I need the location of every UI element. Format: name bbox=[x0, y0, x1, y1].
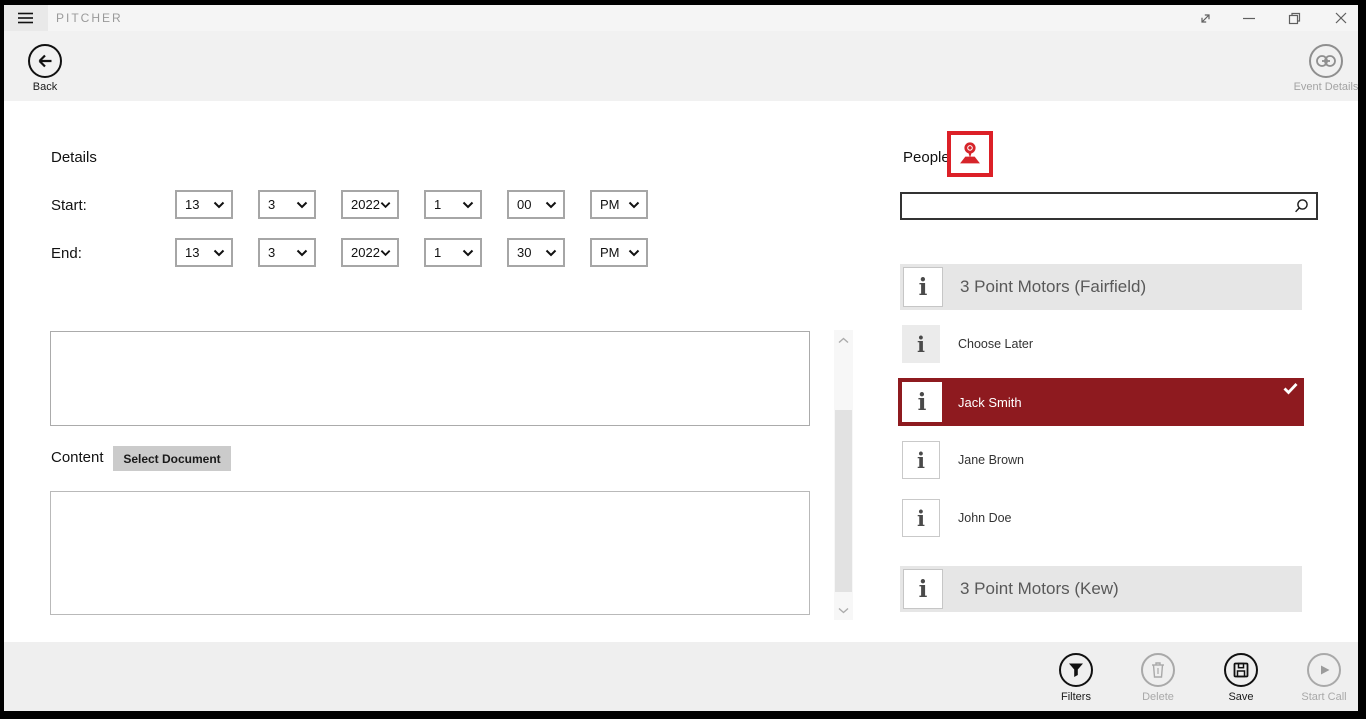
chevron-down-icon bbox=[213, 249, 225, 257]
minimize-icon bbox=[1242, 11, 1256, 25]
map-pin-icon bbox=[956, 140, 984, 168]
end-datetime-row: 13 3 2022 1 30 PM bbox=[175, 238, 648, 267]
restore-icon bbox=[1287, 11, 1302, 26]
info-icon: i bbox=[903, 267, 943, 307]
people-search-input[interactable] bbox=[902, 194, 1292, 218]
chevron-down-icon bbox=[462, 201, 474, 209]
location-pin-button[interactable] bbox=[947, 131, 993, 177]
list-item-selected[interactable]: i Jack Smith bbox=[898, 378, 1304, 426]
scrollbar-thumb[interactable] bbox=[835, 410, 852, 592]
person-label: Choose Later bbox=[958, 337, 1033, 351]
chevron-down-icon bbox=[296, 201, 308, 209]
info-icon: i bbox=[902, 441, 940, 479]
chevron-down-icon bbox=[380, 201, 391, 209]
info-icon: i bbox=[903, 569, 943, 609]
checkmark-icon bbox=[1283, 382, 1298, 400]
start-ampm-dropdown[interactable]: PM bbox=[590, 190, 648, 219]
list-item[interactable]: i John Doe bbox=[902, 496, 1302, 540]
start-minute-dropdown[interactable]: 00 bbox=[507, 190, 565, 219]
chevron-down-icon bbox=[296, 249, 308, 257]
floppy-icon bbox=[1231, 660, 1251, 680]
restore-button[interactable] bbox=[1279, 5, 1309, 31]
end-month-dropdown[interactable]: 3 bbox=[258, 238, 316, 267]
top-toolbar: Back Event Details bbox=[4, 31, 1358, 101]
trash-icon bbox=[1148, 660, 1168, 680]
chevron-down-icon bbox=[462, 249, 474, 257]
link-icon bbox=[1314, 52, 1338, 70]
content-heading: Content bbox=[51, 449, 104, 466]
scroll-down-icon[interactable] bbox=[834, 602, 853, 618]
diagonal-resize-icon bbox=[1198, 11, 1213, 26]
details-heading: Details bbox=[51, 149, 97, 166]
filters-button[interactable]: Filters bbox=[1044, 653, 1108, 703]
info-icon: i bbox=[902, 325, 940, 363]
group-label: 3 Point Motors (Kew) bbox=[960, 579, 1119, 599]
close-button[interactable] bbox=[1326, 5, 1356, 31]
minimize-button[interactable] bbox=[1234, 5, 1264, 31]
people-search bbox=[900, 192, 1318, 220]
arrow-left-icon bbox=[35, 51, 55, 71]
app-title: PITCHER bbox=[56, 5, 123, 31]
back-button[interactable]: Back bbox=[9, 44, 81, 93]
list-group-header[interactable]: i 3 Point Motors (Fairfield) bbox=[900, 264, 1302, 310]
hamburger-menu-button[interactable] bbox=[4, 5, 48, 31]
end-minute-dropdown[interactable]: 30 bbox=[507, 238, 565, 267]
end-day-dropdown[interactable]: 13 bbox=[175, 238, 233, 267]
info-icon: i bbox=[902, 499, 940, 537]
chevron-down-icon bbox=[545, 201, 557, 209]
delete-button[interactable]: Delete bbox=[1126, 653, 1190, 703]
end-ampm-dropdown[interactable]: PM bbox=[590, 238, 648, 267]
chevron-down-icon bbox=[213, 201, 225, 209]
start-label: Start: bbox=[51, 197, 87, 214]
chevron-down-icon bbox=[628, 201, 640, 209]
play-icon bbox=[1314, 660, 1334, 680]
start-day-dropdown[interactable]: 13 bbox=[175, 190, 233, 219]
start-hour-dropdown[interactable]: 1 bbox=[424, 190, 482, 219]
end-label: End: bbox=[51, 245, 82, 262]
chevron-down-icon bbox=[545, 249, 557, 257]
list-group-header[interactable]: i 3 Point Motors (Kew) bbox=[900, 566, 1302, 612]
start-call-button[interactable]: Start Call bbox=[1292, 653, 1356, 703]
main-content: Details Start: End: 13 3 2022 1 00 PM 13… bbox=[4, 101, 1358, 642]
save-button[interactable]: Save bbox=[1209, 653, 1273, 703]
titlebar: PITCHER bbox=[4, 5, 1358, 31]
person-label: Jane Brown bbox=[958, 453, 1024, 467]
start-month-dropdown[interactable]: 3 bbox=[258, 190, 316, 219]
people-heading: People bbox=[903, 149, 950, 166]
app-window: PITCHER bbox=[4, 5, 1358, 711]
end-hour-dropdown[interactable]: 1 bbox=[424, 238, 482, 267]
start-year-dropdown[interactable]: 2022 bbox=[341, 190, 399, 219]
magnifier-icon[interactable] bbox=[1292, 197, 1310, 215]
chevron-down-icon bbox=[628, 249, 640, 257]
event-details-label: Event Details bbox=[1290, 81, 1358, 93]
scroll-up-icon[interactable] bbox=[834, 332, 853, 348]
list-item[interactable]: i Jane Brown bbox=[902, 438, 1302, 482]
event-details-button[interactable]: Event Details bbox=[1290, 44, 1358, 93]
fullscreen-button[interactable] bbox=[1190, 5, 1220, 31]
list-item[interactable]: i Choose Later bbox=[902, 322, 1302, 366]
scrollbar[interactable] bbox=[834, 330, 853, 620]
chevron-down-icon bbox=[380, 249, 391, 257]
hamburger-icon bbox=[18, 12, 33, 24]
select-document-button[interactable]: Select Document bbox=[113, 446, 231, 471]
notes-textarea[interactable] bbox=[50, 331, 810, 426]
person-label: Jack Smith bbox=[958, 395, 1022, 410]
person-label: John Doe bbox=[958, 511, 1012, 525]
content-textarea[interactable] bbox=[50, 491, 810, 615]
funnel-icon bbox=[1066, 660, 1086, 680]
start-datetime-row: 13 3 2022 1 00 PM bbox=[175, 190, 648, 219]
group-label: 3 Point Motors (Fairfield) bbox=[960, 277, 1146, 297]
end-year-dropdown[interactable]: 2022 bbox=[341, 238, 399, 267]
close-icon bbox=[1334, 11, 1348, 25]
back-label: Back bbox=[9, 81, 81, 93]
info-icon: i bbox=[902, 382, 942, 422]
bottom-appbar: Filters Delete Save bbox=[4, 642, 1358, 711]
